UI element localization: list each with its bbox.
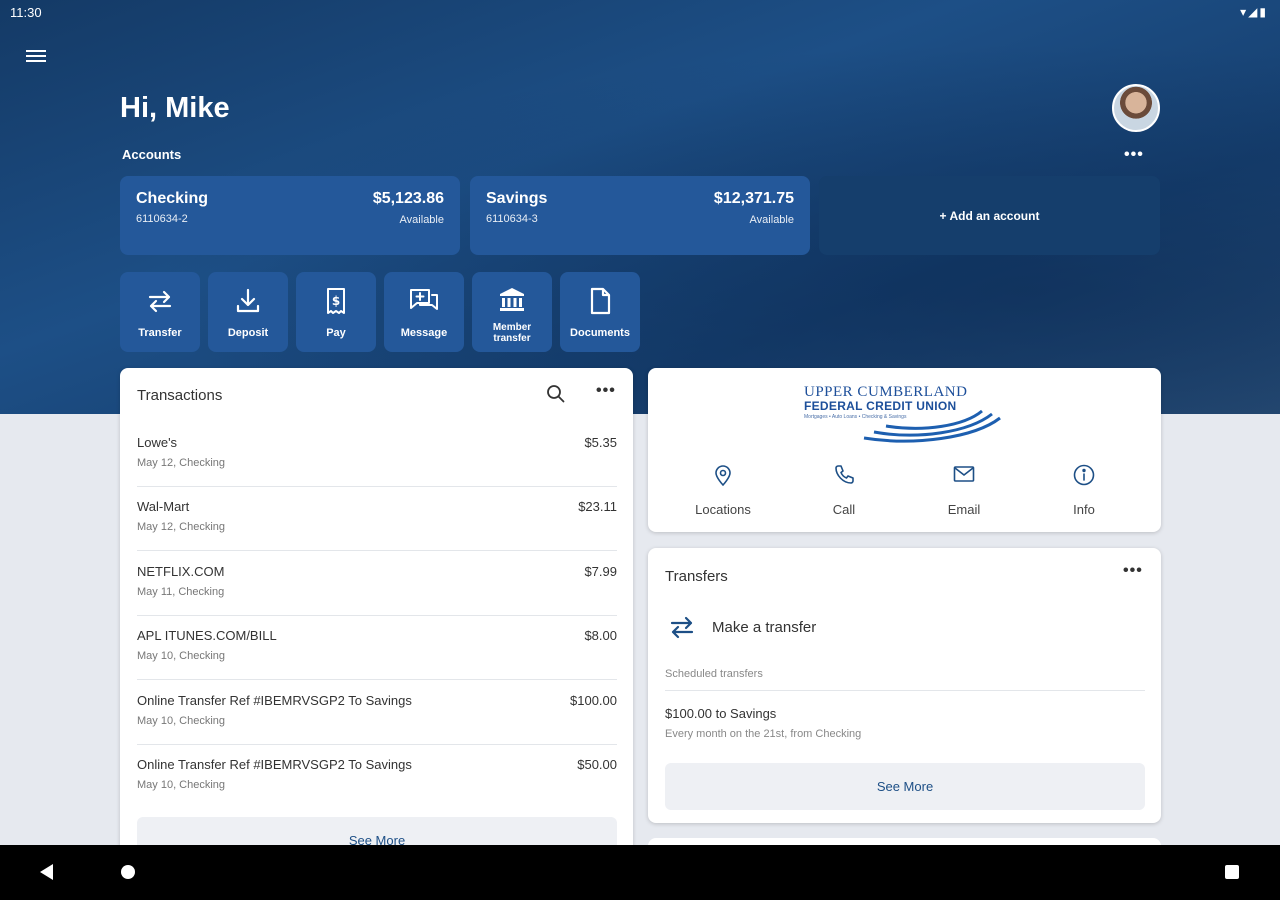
signal-battery-icon: ▾◢▮ <box>1240 5 1268 19</box>
transaction-row[interactable]: APL ITUNES.COM/BILL May 10, Checking $8.… <box>137 616 617 680</box>
svg-text:$: $ <box>332 294 340 308</box>
accounts-label: Accounts <box>122 147 182 162</box>
action-label: Documents <box>570 327 630 339</box>
account-card-checking[interactable]: Checking 6110634-2 $5,123.86 Available <box>120 176 460 255</box>
deposit-button[interactable]: Deposit <box>208 272 288 352</box>
transaction-amount: $5.35 <box>584 435 617 450</box>
locations-link[interactable]: Locations <box>673 464 773 517</box>
bank-icon <box>500 288 524 311</box>
action-label: Message <box>400 327 448 339</box>
action-label: Deposit <box>227 327 269 339</box>
account-balance-label: Available <box>749 214 794 226</box>
document-icon <box>590 287 611 315</box>
transaction-description: Wal-Mart <box>137 499 190 514</box>
add-account-button[interactable]: + Add an account <box>819 176 1160 255</box>
pay-icon: $ <box>327 288 345 314</box>
phone-icon <box>835 465 854 484</box>
system-nav-bar <box>0 845 1280 900</box>
logo-line2: FEDERAL CREDIT UNION <box>804 399 957 413</box>
transaction-date-account: May 10, Checking <box>137 779 226 791</box>
transfers-title: Transfers <box>665 568 728 585</box>
credit-union-card: UPPER CUMBERLAND FEDERAL CREDIT UNION Mo… <box>648 368 1161 532</box>
documents-button[interactable]: Documents <box>560 272 640 352</box>
transaction-description: APL ITUNES.COM/BILL <box>137 628 277 643</box>
transactions-title: Transactions <box>137 387 223 404</box>
link-label: Locations <box>695 502 751 517</box>
greeting: Hi, Mike <box>120 92 230 124</box>
info-icon <box>1073 464 1095 486</box>
transactions-more-icon[interactable]: ••• <box>596 382 616 400</box>
transfer-icon <box>670 616 694 639</box>
action-label: Member transfer <box>492 322 532 344</box>
call-link[interactable]: Call <box>794 464 894 517</box>
link-label: Info <box>1073 502 1095 517</box>
scheduled-transfer-detail: Every month on the 21st, from Checking <box>665 728 862 740</box>
status-time: 11:30 <box>10 5 42 20</box>
transaction-date-account: May 10, Checking <box>137 715 226 727</box>
action-label: Pay <box>326 327 346 339</box>
transaction-description: Lowe's <box>137 435 178 450</box>
email-icon <box>953 466 975 482</box>
back-icon[interactable] <box>40 864 53 880</box>
account-number: 6110634-2 <box>136 213 188 225</box>
message-button[interactable]: Message <box>384 272 464 352</box>
make-transfer-label: Make a transfer <box>712 619 817 636</box>
avatar[interactable] <box>1112 84 1160 132</box>
account-balance: $5,123.86 <box>372 190 444 207</box>
status-bar: 11:30 ▾◢▮ <box>0 0 1280 26</box>
transaction-row[interactable]: NETFLIX.COM May 11, Checking $7.99 <box>137 552 617 616</box>
message-icon <box>410 289 438 310</box>
transaction-amount: $100.00 <box>570 693 617 708</box>
transaction-row[interactable]: Lowe's May 12, Checking $5.35 <box>137 423 617 487</box>
transaction-description: Online Transfer Ref #IBEMRVSGP2 To Savin… <box>137 693 412 708</box>
transaction-row[interactable]: Online Transfer Ref #IBEMRVSGP2 To Savin… <box>137 745 617 809</box>
divider <box>665 690 1145 691</box>
info-link[interactable]: Info <box>1034 464 1134 517</box>
home-icon[interactable] <box>121 865 135 879</box>
logo-tagline: Mortgages • Auto Loans • Checking & Savi… <box>804 414 907 420</box>
member-transfer-button[interactable]: Member transfer <box>472 272 552 352</box>
transaction-amount: $8.00 <box>584 628 617 643</box>
location-pin-icon <box>715 465 731 486</box>
pay-button[interactable]: $ Pay <box>296 272 376 352</box>
email-link[interactable]: Email <box>914 464 1014 517</box>
accounts-more-icon[interactable]: ••• <box>1124 146 1144 164</box>
credit-union-logo: UPPER CUMBERLAND FEDERAL CREDIT UNION Mo… <box>804 384 1004 444</box>
transfers-more-icon[interactable]: ••• <box>1123 562 1143 580</box>
menu-icon[interactable] <box>26 47 46 65</box>
transaction-amount: $50.00 <box>577 757 617 772</box>
transfers-card: Transfers ••• Make a transfer Scheduled … <box>648 548 1161 823</box>
action-label: Transfer <box>138 327 182 339</box>
transaction-amount: $23.11 <box>578 499 617 514</box>
make-transfer-button[interactable]: Make a transfer <box>665 610 1145 646</box>
transaction-description: NETFLIX.COM <box>137 564 225 579</box>
transaction-description: Online Transfer Ref #IBEMRVSGP2 To Savin… <box>137 757 412 772</box>
transfer-icon <box>148 290 172 313</box>
transfer-button[interactable]: Transfer <box>120 272 200 352</box>
account-balance-label: Available <box>399 214 444 226</box>
recents-icon[interactable] <box>1225 865 1239 879</box>
transaction-date-account: May 10, Checking <box>137 650 226 662</box>
account-number: 6110634-3 <box>486 213 538 225</box>
scheduled-transfers-label: Scheduled transfers <box>665 668 763 680</box>
transaction-row[interactable]: Online Transfer Ref #IBEMRVSGP2 To Savin… <box>137 681 617 745</box>
transaction-amount: $7.99 <box>584 564 617 579</box>
transaction-date-account: May 12, Checking <box>137 457 226 469</box>
link-label: Email <box>947 502 981 517</box>
deposit-icon <box>236 288 260 313</box>
transfers-see-more-button[interactable]: See More <box>665 763 1145 810</box>
search-icon[interactable] <box>546 384 566 409</box>
transaction-date-account: May 12, Checking <box>137 521 226 533</box>
transaction-date-account: May 11, Checking <box>137 586 225 598</box>
transactions-card: Transactions ••• Lowe's May 12, Checking… <box>120 368 633 868</box>
transaction-row[interactable]: Wal-Mart May 12, Checking $23.11 <box>137 487 617 551</box>
link-label: Call <box>832 502 856 517</box>
account-balance: $12,371.75 <box>713 190 794 207</box>
scheduled-transfer-item[interactable]: $100.00 to Savings Every month on the 21… <box>665 706 1145 740</box>
account-card-savings[interactable]: Savings 6110634-3 $12,371.75 Available <box>470 176 810 255</box>
scheduled-transfer-title: $100.00 to Savings <box>665 706 777 721</box>
